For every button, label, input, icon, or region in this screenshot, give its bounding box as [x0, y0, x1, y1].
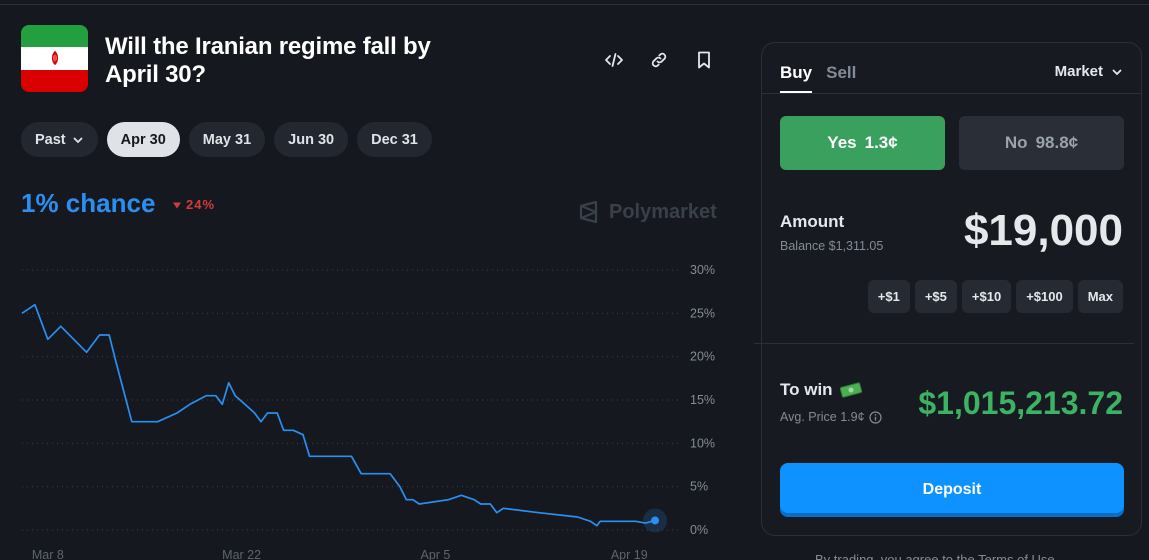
x-tick-label: Apr 5 [420, 548, 450, 560]
add-100-button[interactable]: +$100 [1016, 280, 1073, 313]
amount-label: Amount [780, 212, 845, 231]
panel-divider [762, 93, 1141, 94]
quick-amount-bar: +$1 +$5 +$10 +$100 Max [867, 280, 1123, 313]
avg-price-text: Avg. Price 1.9¢ [780, 410, 865, 424]
link-icon[interactable] [648, 49, 670, 71]
y-tick-label: 20% [690, 350, 715, 364]
x-tick-label: Mar 8 [32, 548, 64, 560]
past-label: Past [35, 131, 66, 148]
brand-name: Polymarket [609, 200, 717, 223]
down-triangle-icon [173, 202, 181, 208]
add-1-button[interactable]: +$1 [867, 280, 910, 313]
change-value: 24% [186, 197, 216, 212]
chevron-down-icon [1112, 69, 1122, 75]
emblem-icon [51, 51, 58, 66]
no-price: 98.8¢ [1035, 133, 1079, 152]
series-line [21, 303, 656, 527]
to-win-value: $1,015,213.72 [918, 385, 1123, 421]
no-button[interactable]: No 98.8¢ [959, 116, 1124, 170]
code-icon[interactable] [603, 49, 625, 71]
polymarket-logo-icon [579, 200, 598, 224]
y-tick-label: 25% [690, 306, 715, 320]
avg-price: Avg. Price 1.9¢ [780, 410, 882, 424]
date-chip-jun-30[interactable]: Jun 30 [274, 122, 349, 157]
yes-price: 1.3¢ [864, 133, 898, 152]
price-chart: 30% 25% 20% 15% 10% 5% 0% Mar 8 Mar 22 Apr 5 Apr 1… [21, 263, 715, 560]
date-chip-may-31[interactable]: May 31 [188, 122, 266, 157]
to-win-label: To win [780, 380, 863, 400]
order-type-label: Market [1054, 63, 1103, 80]
date-filter-bar: Past Apr 30 May 31 Jun 30 Dec 31 [21, 122, 432, 157]
max-button[interactable]: Max [1077, 280, 1123, 313]
deposit-button[interactable]: Deposit [780, 463, 1124, 517]
polymarket-watermark: Polymarket [577, 200, 717, 224]
past-dropdown[interactable]: Past [21, 122, 98, 157]
date-chip-apr-30[interactable]: Apr 30 [106, 122, 180, 157]
yes-button[interactable]: Yes 1.3¢ [780, 116, 945, 170]
chevron-down-icon [73, 137, 83, 143]
x-tick-label: Apr 19 [611, 548, 648, 560]
tab-sell[interactable]: Sell [826, 63, 856, 93]
top-divider [0, 4, 1149, 5]
add-5-button[interactable]: +$5 [914, 280, 957, 313]
money-icon [839, 382, 862, 398]
y-tick-label: 10% [690, 436, 715, 450]
amount-input[interactable]: $19,000 [964, 206, 1123, 256]
no-label: No [1004, 133, 1028, 152]
last-point-marker [651, 516, 660, 525]
date-chip-dec-31[interactable]: Dec 31 [357, 122, 432, 157]
info-icon[interactable] [868, 410, 882, 424]
iran-flag-image [21, 25, 88, 92]
y-tick-label: 5% [690, 480, 708, 494]
to-win-text: To win [780, 380, 833, 399]
add-10-button[interactable]: +$10 [961, 280, 1012, 313]
y-tick-label: 30% [690, 263, 715, 277]
chance-change: 24% [172, 197, 215, 212]
panel-divider [754, 343, 1134, 344]
yes-label: Yes [827, 133, 857, 152]
tab-buy[interactable]: Buy [780, 63, 813, 93]
chance-value: 1% chance [21, 188, 156, 218]
trade-tabs: Buy Sell [780, 63, 856, 93]
x-tick-label: Mar 22 [222, 548, 261, 560]
y-tick-label: 0% [690, 523, 708, 537]
trade-panel: Buy Sell Market Yes 1.3¢ No 98.8¢ Amount… [754, 42, 1142, 536]
balance-text: Balance $1,311.05 [780, 239, 884, 253]
terms-text: By trading, you agree to the Terms of Us… [815, 552, 1055, 560]
order-type-dropdown[interactable]: Market [1055, 63, 1123, 80]
market-title: Will the Iranian regime fall by April 30… [105, 33, 431, 88]
bookmark-icon[interactable] [693, 49, 715, 71]
y-tick-label: 15% [690, 393, 715, 407]
